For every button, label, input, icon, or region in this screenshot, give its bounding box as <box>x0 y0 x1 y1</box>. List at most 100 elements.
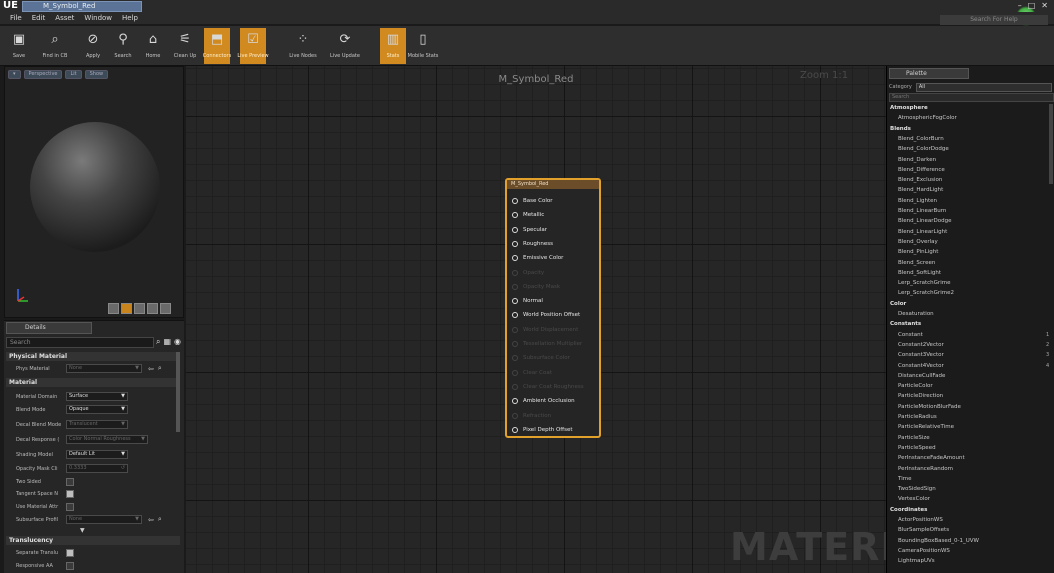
palette-item[interactable]: Lerp_ScratchGrime2 <box>898 288 954 298</box>
toolbar-button-9[interactable]: ⟳ Live Update <box>330 28 360 64</box>
phys-material-dropdown[interactable]: None ▼ <box>66 364 142 373</box>
palette-item[interactable]: Blend_LinearBurn <box>898 206 946 216</box>
palette-item[interactable]: ParticleRelativeTime <box>898 422 954 432</box>
toolbar-button-6[interactable]: ⬒ Connectors <box>203 28 231 64</box>
browse-search-icon[interactable]: ⌕ <box>158 515 162 524</box>
palette-item[interactable]: Blend_Lighten <box>898 196 937 206</box>
palette-item[interactable]: Blend_Overlay <box>898 237 938 247</box>
palette-item[interactable]: Lerp_ScratchGrime <box>898 278 950 288</box>
toolbar-button-8[interactable]: ⁘ Live Nodes <box>289 28 316 64</box>
blend-mode-dropdown[interactable]: Opaque ▼ <box>66 405 128 414</box>
grid-view-icon[interactable]: ▦ <box>163 337 171 348</box>
node-title[interactable]: M_Symbol_Red <box>507 180 599 189</box>
palette-item[interactable]: PerInstanceRandom <box>898 464 953 474</box>
palette-item[interactable]: Blend_SoftLight <box>898 268 941 278</box>
tangent-space-checkbox[interactable] <box>66 489 74 498</box>
menu-asset[interactable]: Asset <box>55 14 74 22</box>
responsive-aa-checkbox[interactable] <box>66 561 74 570</box>
toolbar-button-11[interactable]: ▯ Mobile Stats <box>408 28 439 64</box>
perspective-button[interactable]: Perspective <box>23 70 63 79</box>
palette-item[interactable]: Desaturation <box>898 309 934 319</box>
toolbar-button-0[interactable]: ▣ Save <box>6 28 32 64</box>
eye-options-icon[interactable]: ◉ <box>174 337 181 348</box>
palette-category[interactable]: Constants <box>890 319 921 329</box>
use-selected-arrow-icon[interactable]: ⇦ <box>148 516 154 524</box>
toolbar-button-10[interactable]: ▥ Stats <box>380 28 406 64</box>
palette-item[interactable]: Blend_Exclusion <box>898 175 942 185</box>
category-dropdown[interactable]: All <box>915 82 1052 92</box>
section-material[interactable]: Material <box>6 378 180 387</box>
node-input-pin[interactable]: World Position Offset <box>512 310 580 320</box>
palette-item[interactable]: Blend_HardLight <box>898 185 943 195</box>
viewport-menu-button[interactable]: ▾ <box>8 70 21 79</box>
node-input-pin[interactable]: Ambient Occlusion <box>512 396 575 406</box>
palette-item[interactable]: TwoSidedSign <box>898 484 936 494</box>
palette-item[interactable]: ParticleSize <box>898 433 930 443</box>
palette-item[interactable]: LightmapUVs <box>898 556 935 566</box>
lit-button[interactable]: Lit <box>65 70 82 79</box>
help-search-input[interactable]: Search For Help <box>940 15 1048 25</box>
cylinder-shape-button[interactable] <box>108 303 119 314</box>
node-input-pin[interactable]: Base Color <box>512 196 553 206</box>
palette-item[interactable]: CameraPositionWS <box>898 546 950 556</box>
use-material-attributes-checkbox[interactable] <box>66 502 74 511</box>
details-tab[interactable]: Details <box>6 322 92 334</box>
expand-advanced-icon[interactable]: ▼ <box>80 527 85 534</box>
palette-item[interactable]: ActorPositionWS <box>898 515 943 525</box>
details-search-input[interactable]: Search <box>6 337 154 348</box>
close-button[interactable]: ✕ <box>1041 0 1048 12</box>
palette-tab[interactable]: Palette <box>889 68 969 79</box>
palette-item[interactable]: VertexColor <box>898 494 930 504</box>
palette-item[interactable]: ParticleDirection <box>898 391 943 401</box>
palette-item[interactable]: Constant <box>898 330 923 340</box>
palette-item[interactable]: Constant4Vector <box>898 361 944 371</box>
palette-category[interactable]: Blends <box>890 124 911 134</box>
node-input-pin[interactable]: Metallic <box>512 210 544 220</box>
palette-item[interactable]: Time <box>898 474 911 484</box>
document-tab[interactable]: M_Symbol_Red <box>22 1 142 12</box>
toolbar-button-1[interactable]: ⌕ Find in CB <box>42 28 68 64</box>
palette-item[interactable]: PerInstanceFadeAmount <box>898 453 965 463</box>
decal-response-dropdown[interactable]: Color Normal Roughness ▼ <box>66 435 148 444</box>
details-scrollbar[interactable] <box>176 352 180 432</box>
search-icon[interactable]: ⌕ <box>156 337 160 348</box>
node-input-pin[interactable]: Normal <box>512 296 543 306</box>
two-sided-checkbox[interactable] <box>66 477 74 486</box>
palette-item[interactable]: Blend_Difference <box>898 165 945 175</box>
palette-search-input[interactable]: Search <box>889 93 1054 102</box>
node-input-pin[interactable]: Roughness <box>512 239 553 249</box>
palette-item[interactable]: BoundingBoxBased_0-1_UVW <box>898 536 979 546</box>
use-selected-arrow-icon[interactable]: ⇦ <box>148 365 154 373</box>
palette-item[interactable]: Blend_LinearDodge <box>898 216 951 226</box>
palette-item[interactable]: ParticleSpeed <box>898 443 936 453</box>
toolbar-button-7[interactable]: ☑ Live Preview <box>237 28 269 64</box>
palette-item[interactable]: Constant3Vector <box>898 350 944 360</box>
palette-category[interactable]: Atmosphere <box>890 103 928 113</box>
node-input-pin[interactable]: Specular <box>512 225 547 235</box>
palette-item[interactable]: AtmosphericFogColor <box>898 113 957 123</box>
palette-category[interactable]: Color <box>890 299 906 309</box>
palette-item[interactable]: DistanceCullFade <box>898 371 945 381</box>
node-input-pin[interactable]: Pixel Depth Offset <box>512 425 573 435</box>
toolbar-button-2[interactable]: ⊘ Apply <box>80 28 106 64</box>
palette-scrollbar[interactable] <box>1049 104 1053 184</box>
minimize-button[interactable]: – <box>1018 0 1022 12</box>
palette-item[interactable]: Blend_PinLight <box>898 247 938 257</box>
custom-mesh-button[interactable] <box>160 303 171 314</box>
palette-item[interactable]: ParticleRadius <box>898 412 937 422</box>
palette-category[interactable]: Coordinates <box>890 505 927 515</box>
menu-window[interactable]: Window <box>84 14 112 22</box>
show-button[interactable]: Show <box>84 70 109 79</box>
palette-item[interactable]: Constant2Vector <box>898 340 944 350</box>
sphere-shape-button[interactable] <box>121 303 132 314</box>
section-translucency[interactable]: Translucency <box>6 536 180 545</box>
subsurface-profile-dropdown[interactable]: None ▼ <box>66 515 142 524</box>
palette-item[interactable]: Blend_LinearLight <box>898 227 947 237</box>
palette-item[interactable]: Blend_Screen <box>898 258 935 268</box>
palette-item[interactable]: Blend_ColorBurn <box>898 134 944 144</box>
node-input-pin[interactable]: Emissive Color <box>512 253 563 263</box>
palette-item[interactable]: Blend_ColorDodge <box>898 144 949 154</box>
palette-item[interactable]: BlurSampleOffsets <box>898 525 949 535</box>
menu-file[interactable]: File <box>10 14 22 22</box>
toolbar-button-4[interactable]: ⌂ Home <box>140 28 166 64</box>
